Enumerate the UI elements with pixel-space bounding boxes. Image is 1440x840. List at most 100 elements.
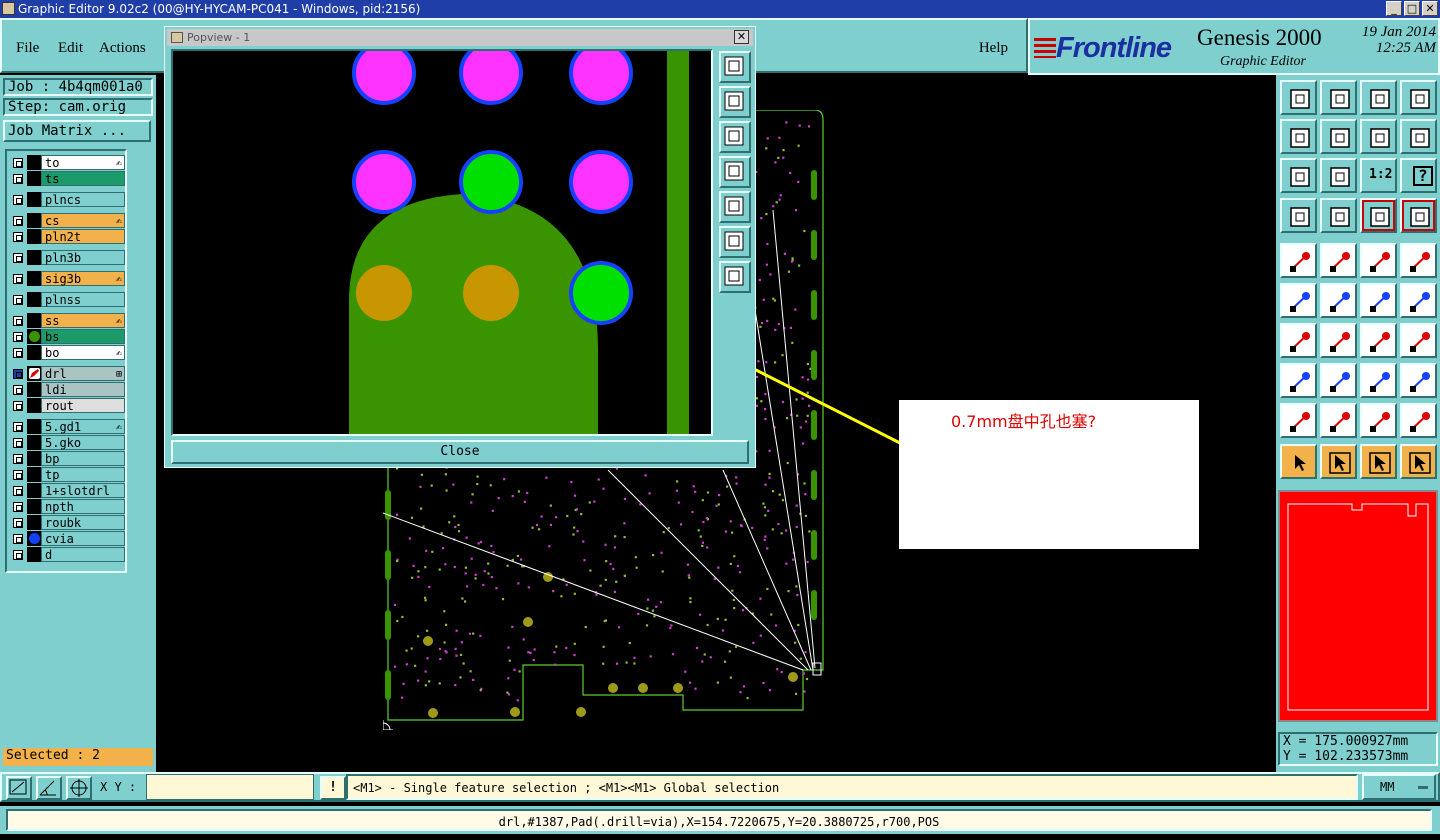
maximize-button[interactable]: □ — [1404, 1, 1420, 16]
layer-checkbox[interactable] — [13, 385, 23, 395]
layer-checkbox[interactable] — [13, 316, 23, 326]
add-circle-icon[interactable] — [1400, 243, 1437, 278]
layer-row-5-gko[interactable]: 5.gko — [9, 435, 127, 450]
rotate-icon[interactable] — [1360, 323, 1397, 358]
layer-checkbox[interactable] — [13, 274, 23, 284]
layer-row-bs[interactable]: bs — [9, 329, 127, 344]
filter-dim-icon[interactable] — [1360, 403, 1397, 438]
layer-row-pln2t[interactable]: pln2t — [9, 229, 127, 244]
layer-row-ldi[interactable]: ldi — [9, 382, 127, 397]
step-repeat-icon[interactable] — [1400, 119, 1437, 154]
layer-checkbox[interactable] — [13, 438, 23, 448]
pan-up-icon[interactable] — [719, 86, 751, 118]
layer-checkbox[interactable] — [13, 216, 23, 226]
menu-help[interactable]: Help — [979, 40, 1008, 57]
layer-checkbox[interactable] — [13, 401, 23, 411]
ruler-icon[interactable] — [1360, 243, 1397, 278]
board-minimap[interactable] — [1278, 490, 1438, 722]
units-select[interactable]: MM — [1362, 774, 1436, 800]
layer-top-icon[interactable] — [1280, 80, 1317, 115]
xy-input[interactable] — [146, 774, 314, 800]
filter-alt-icon[interactable] — [1320, 403, 1357, 438]
snap-tool-alt-icon[interactable] — [1400, 198, 1437, 233]
menu-file[interactable]: File — [16, 40, 39, 57]
measure-icon[interactable] — [36, 776, 62, 800]
filter-cross-icon[interactable] — [1400, 403, 1437, 438]
pan-left-icon[interactable] — [719, 156, 751, 188]
grid-snap-icon[interactable] — [66, 776, 92, 800]
pan-right-icon[interactable] — [719, 191, 751, 223]
layer-row-plnss[interactable]: plnss — [9, 292, 127, 307]
layer-row-cs[interactable]: cs ✍ — [9, 213, 127, 228]
zoom-out-icon[interactable] — [719, 261, 751, 293]
layer-row-bo[interactable]: bo ✍ — [9, 345, 127, 360]
text-icon[interactable] — [1400, 323, 1437, 358]
layer-row-roubk[interactable]: roubk — [9, 515, 127, 530]
snap-tool-icon[interactable] — [1360, 198, 1397, 233]
layer-row-tp[interactable]: tp — [9, 467, 127, 482]
minimize-button[interactable]: _ — [1386, 1, 1402, 16]
add-pin-icon[interactable] — [1280, 363, 1317, 398]
filter-icon[interactable] — [1280, 403, 1317, 438]
layer-checkbox[interactable] — [13, 253, 23, 263]
ratio-icon[interactable]: 1:2 — [1360, 158, 1397, 193]
layer-checkbox[interactable] — [13, 502, 23, 512]
layer-checkbox[interactable] — [13, 174, 23, 184]
layer-row-1-slotdrl[interactable]: 1+slotdrl — [9, 483, 127, 498]
window-close-button[interactable]: ✕ — [1422, 1, 1438, 16]
add-pad-icon[interactable] — [1280, 243, 1317, 278]
layer-checkbox[interactable] — [13, 454, 23, 464]
connect-icon[interactable] — [1280, 283, 1317, 318]
zoom-center-icon[interactable] — [1320, 158, 1357, 193]
layer-row-ss[interactable]: ss ✍ — [9, 313, 127, 328]
settings-icon[interactable] — [1280, 198, 1317, 233]
layer-row-d[interactable]: d — [9, 547, 127, 562]
layer-row-rout[interactable]: rout — [9, 398, 127, 413]
popview-close-icon[interactable]: ✕ — [734, 30, 749, 44]
layer-checkbox[interactable] — [13, 348, 23, 358]
menu-edit[interactable]: Edit — [58, 40, 83, 57]
select-pointer-icon[interactable] — [1360, 444, 1397, 479]
layer-row-cvia[interactable]: cvia — [9, 531, 127, 546]
mirror-icon[interactable] — [1360, 119, 1397, 154]
layer-checkbox[interactable] — [13, 422, 23, 432]
fit-icon[interactable] — [719, 51, 751, 83]
layer-row-bp[interactable]: bp — [9, 451, 127, 466]
zoom-rect-icon[interactable] — [6, 776, 32, 800]
layer-checkbox[interactable] — [13, 534, 23, 544]
layer-row-plncs[interactable]: plncs — [9, 192, 127, 207]
grid-icon[interactable] — [1320, 198, 1357, 233]
layer-checkbox[interactable] — [13, 550, 23, 560]
add-polygon-icon[interactable] — [1320, 243, 1357, 278]
layer-checkbox[interactable] — [13, 195, 23, 205]
add-line-icon[interactable] — [1320, 323, 1357, 358]
layer-row-ts[interactable]: ts — [9, 171, 127, 186]
select-box-icon[interactable] — [1320, 444, 1357, 479]
menu-actions[interactable]: Actions — [99, 40, 146, 57]
pan-down-icon[interactable] — [719, 121, 751, 153]
layer-row-npth[interactable]: npth — [9, 499, 127, 514]
layer-row-pln3b[interactable]: pln3b — [9, 250, 127, 265]
delete-icon[interactable] — [1320, 283, 1357, 318]
move-left-icon[interactable] — [1280, 119, 1317, 154]
help-icon[interactable]: ? — [1400, 158, 1437, 193]
select-net-icon[interactable] — [1400, 444, 1437, 479]
layer-checkbox[interactable] — [13, 232, 23, 242]
split-view-icon[interactable] — [1400, 80, 1437, 115]
window-title-bar[interactable]: Graphic Editor 9.02c2 (00@HY-HYCAM-PC041… — [0, 0, 1440, 18]
popview-window[interactable]: Popview - 1 ✕ Close — [164, 26, 756, 468]
move-right-icon[interactable] — [1320, 119, 1357, 154]
layer-checkbox[interactable] — [13, 518, 23, 528]
add-pad-link-icon[interactable] — [1360, 283, 1397, 318]
split-line-icon[interactable] — [1320, 363, 1357, 398]
home-icon[interactable] — [1360, 80, 1397, 115]
layer-checkbox[interactable] — [13, 486, 23, 496]
popview-title-bar[interactable]: Popview - 1 ✕ — [167, 29, 753, 46]
add-angle-icon[interactable] — [1280, 323, 1317, 358]
job-matrix-button[interactable]: Job Matrix ... — [3, 120, 151, 142]
popview-close-button[interactable]: Close — [171, 440, 749, 464]
popview-canvas[interactable] — [171, 49, 713, 436]
add-pad-link-alt-icon[interactable] — [1400, 283, 1437, 318]
layer-row-5-gd1[interactable]: 5.gd1 ✍ — [9, 419, 127, 434]
dimension-icon[interactable] — [1360, 363, 1397, 398]
